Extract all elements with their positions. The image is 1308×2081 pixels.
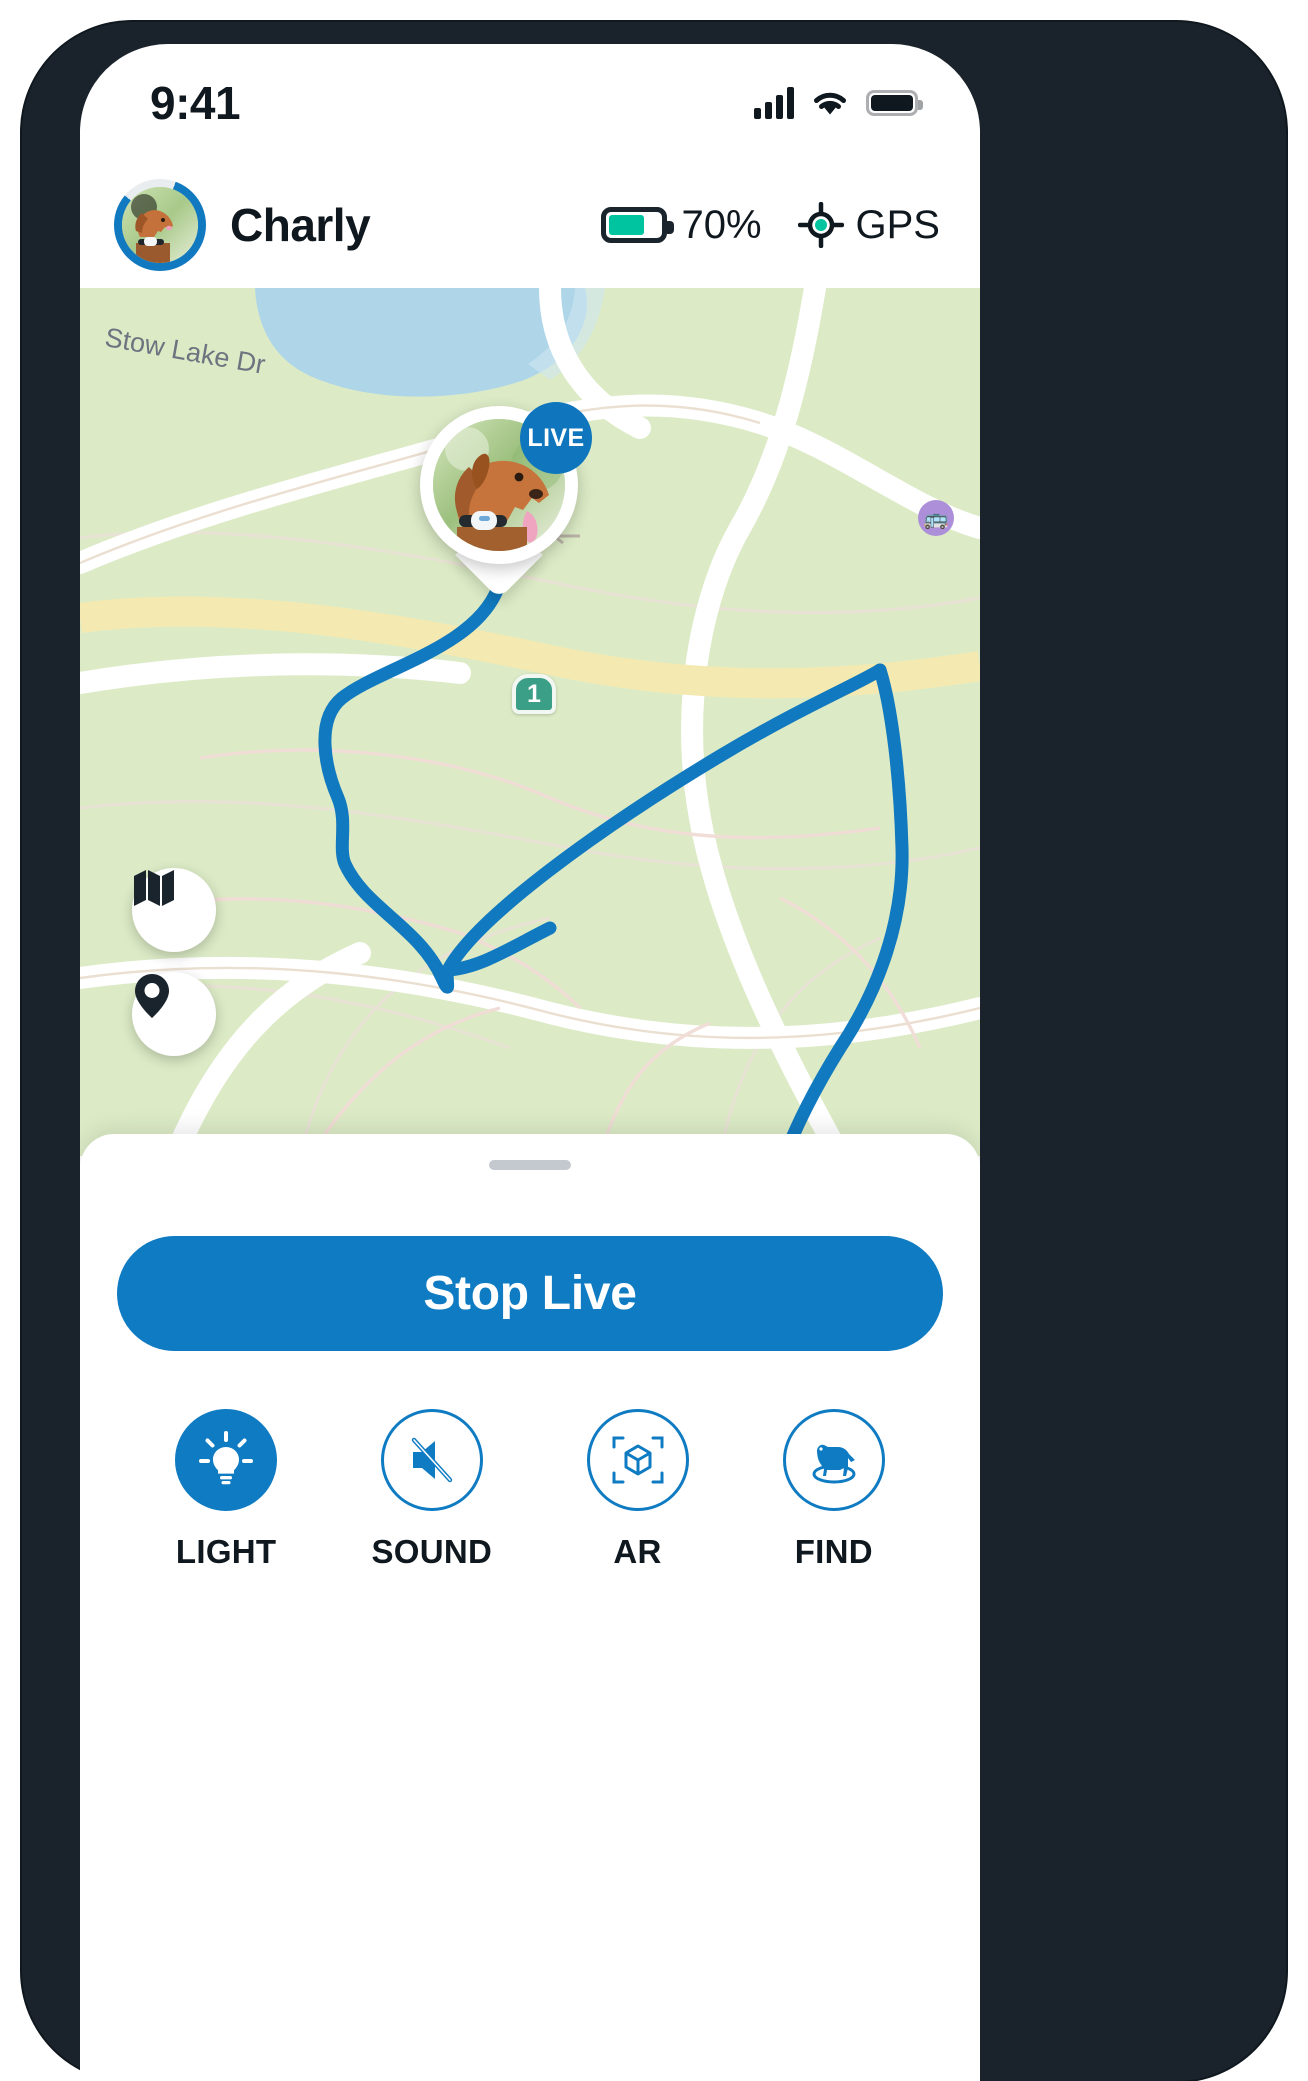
- sound-label: SOUND: [371, 1533, 493, 1570]
- action-ar[interactable]: AR: [586, 1409, 689, 1571]
- light-button-circle[interactable]: [175, 1409, 278, 1511]
- wifi-icon: [814, 92, 846, 115]
- device-battery-indicator: 70%: [601, 202, 762, 248]
- map-layers-icon: [134, 870, 174, 906]
- map-view[interactable]: Stow Lake Dr 1 🚌 LIVE: [80, 288, 980, 1156]
- power-button[interactable]: [1260, 582, 1268, 752]
- find-button-circle[interactable]: [782, 1409, 885, 1511]
- cellular-signal-icon: [754, 87, 794, 119]
- volume-down-button[interactable]: [40, 662, 48, 772]
- locate-button[interactable]: [132, 972, 216, 1056]
- battery-percent-label: 70%: [681, 202, 762, 247]
- bottom-sheet: Stop Live LIGHT SOUND AR FIND: [80, 1134, 980, 2081]
- status-bar-icons: [754, 87, 923, 119]
- sheet-drag-handle[interactable]: [489, 1160, 571, 1170]
- status-bar-time: 9:41: [150, 77, 241, 129]
- light-label: LIGHT: [175, 1533, 277, 1570]
- phone-screen: 9:41 Charly 70% GPS Stow Lake Dr 1 🚌 LIV…: [80, 44, 980, 2081]
- location-pin-icon: [135, 974, 169, 1018]
- poi-marker[interactable]: 🚌: [918, 500, 954, 536]
- ar-label: AR: [613, 1533, 662, 1570]
- action-find[interactable]: FIND: [782, 1409, 885, 1571]
- avatar-photo: [122, 187, 198, 263]
- sound-button-circle[interactable]: [380, 1409, 483, 1511]
- gps-indicator: GPS: [797, 202, 940, 248]
- find-label: FIND: [794, 1533, 873, 1570]
- highway-shield-marker: 1: [512, 674, 556, 714]
- device-battery-icon: [601, 207, 675, 243]
- ar-cube-icon: [612, 1436, 663, 1484]
- speaker-muted-icon: [411, 1437, 453, 1483]
- header-status-group: 70% GPS: [601, 202, 940, 248]
- stop-live-button[interactable]: Stop Live: [117, 1236, 943, 1351]
- ios-status-bar: 9:41: [80, 44, 980, 162]
- avatar[interactable]: [114, 179, 206, 271]
- phone-frame: 9:41 Charly 70% GPS Stow Lake Dr 1 🚌 LIV…: [22, 22, 1286, 2081]
- battery-icon: [866, 90, 923, 116]
- dog-radar-icon: [812, 1444, 856, 1484]
- page-title: Charly: [230, 199, 371, 251]
- gps-label: GPS: [855, 202, 940, 247]
- pet-location-pin[interactable]: LIVE: [420, 402, 592, 602]
- app-header: Charly 70% GPS: [80, 162, 980, 288]
- map-layers-button[interactable]: [132, 868, 216, 952]
- volume-up-button[interactable]: [40, 522, 48, 632]
- action-sound[interactable]: SOUND: [371, 1409, 492, 1571]
- gps-crosshair-icon: [797, 202, 844, 248]
- action-row: LIGHT SOUND AR FIND: [80, 1409, 980, 1571]
- live-badge: LIVE: [520, 402, 592, 474]
- ar-button-circle[interactable]: [586, 1409, 689, 1511]
- lightbulb-icon: [199, 1431, 254, 1485]
- action-light[interactable]: LIGHT: [175, 1409, 278, 1571]
- silent-switch[interactable]: [40, 382, 48, 444]
